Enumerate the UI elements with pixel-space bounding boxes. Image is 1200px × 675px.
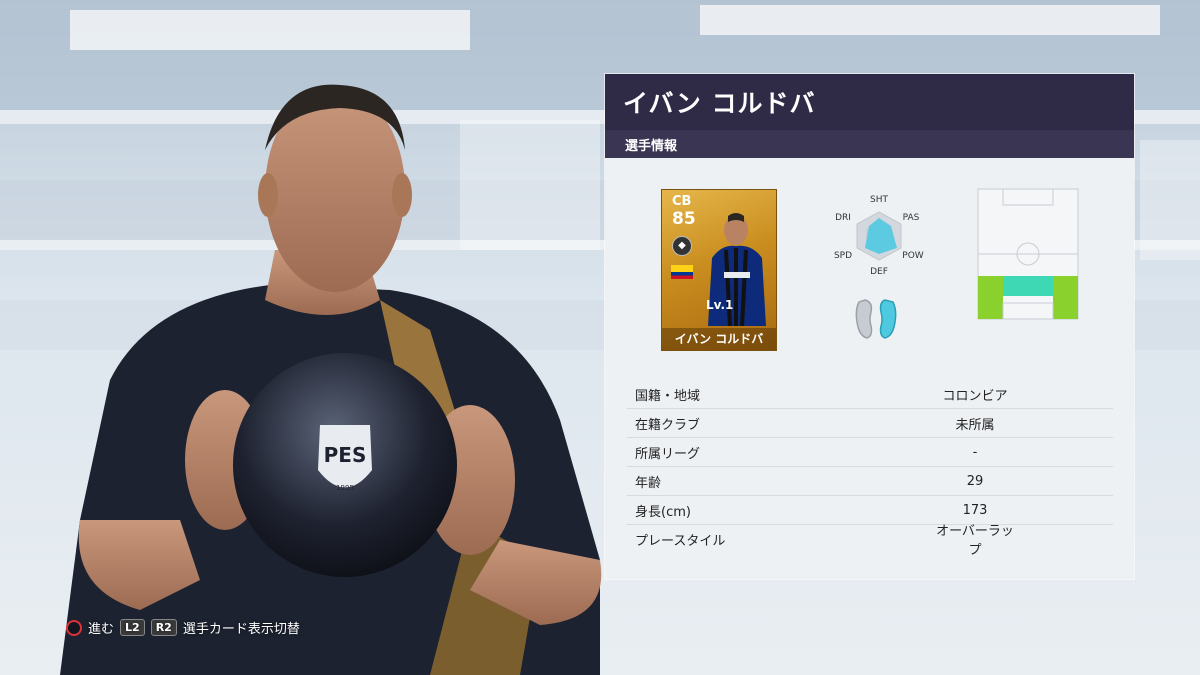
card-level: Lv.1: [706, 298, 734, 312]
info-value: 未所属: [955, 417, 995, 433]
r2-button-icon[interactable]: R2: [150, 619, 177, 636]
radar-label-sht: SHT: [870, 195, 888, 205]
info-row-playstyle: プレースタイル オーバーラップ: [627, 524, 1113, 558]
ability-radar: SHT PAS POW DEF SPD DRI: [834, 195, 924, 277]
l2-button-icon[interactable]: L2: [120, 619, 145, 636]
card-player-name: イバン コルドバ: [662, 328, 776, 350]
info-value: 29: [966, 473, 984, 489]
club-emblem-icon: ◆: [672, 236, 692, 256]
info-value: 173: [962, 502, 988, 518]
section-title: 選手情報: [605, 130, 1134, 158]
player-info-panel: イバン コルドバ 選手情報 CB 85 ◆ Lv.1 イバン コルドバ SHT: [605, 74, 1134, 579]
player-portrait: PES 1995: [60, 84, 602, 675]
circle-button-icon[interactable]: [66, 619, 82, 636]
info-value: -: [972, 444, 978, 460]
info-label: 国籍・地域: [635, 388, 701, 404]
info-label: 在籍クラブ: [635, 417, 701, 433]
info-label: 所属リーグ: [635, 446, 701, 462]
info-label: 年齢: [635, 475, 662, 491]
player-info-table: 国籍・地域 コロンビア 在籍クラブ 未所属 所属リーグ - 年齢 29 身長(c…: [627, 380, 1113, 558]
info-row-league: 所属リーグ -: [627, 438, 1113, 467]
info-row-nationality: 国籍・地域 コロンビア: [627, 380, 1113, 409]
radar-label-pas: PAS: [903, 213, 920, 223]
card-rating: 85: [672, 209, 696, 229]
preferred-foot-icon: [855, 299, 897, 339]
card-position: CB: [672, 194, 692, 209]
svg-text:PES: PES: [324, 443, 367, 467]
radar-label-def: DEF: [870, 267, 888, 277]
info-value: オーバーラップ: [936, 524, 1014, 558]
info-value: コロンビア: [942, 388, 1008, 404]
info-row-age: 年齢 29: [627, 467, 1113, 496]
info-row-club: 在籍クラブ 未所属: [627, 409, 1113, 438]
toggle-card-label: 選手カード表示切替: [182, 622, 300, 637]
player-card[interactable]: CB 85 ◆ Lv.1 イバン コルドバ: [661, 189, 777, 351]
panel-body: CB 85 ◆ Lv.1 イバン コルドバ SHT PAS POW DEF SP…: [605, 158, 1134, 579]
info-label: プレースタイル: [635, 533, 726, 549]
player-name-heading: イバン コルドバ: [605, 74, 1134, 130]
colombia-flag-icon: [671, 265, 693, 279]
radar-label-dri: DRI: [835, 213, 851, 223]
advance-label: 進む: [88, 622, 115, 637]
svg-text:1995: 1995: [336, 484, 354, 492]
radar-label-pow: POW: [902, 251, 924, 261]
radar-label-spd: SPD: [834, 251, 852, 261]
button-prompts: 進む L2 R2 選手カード表示切替: [66, 618, 300, 637]
info-label: 身長(cm): [635, 504, 691, 520]
position-map: [977, 188, 1079, 320]
